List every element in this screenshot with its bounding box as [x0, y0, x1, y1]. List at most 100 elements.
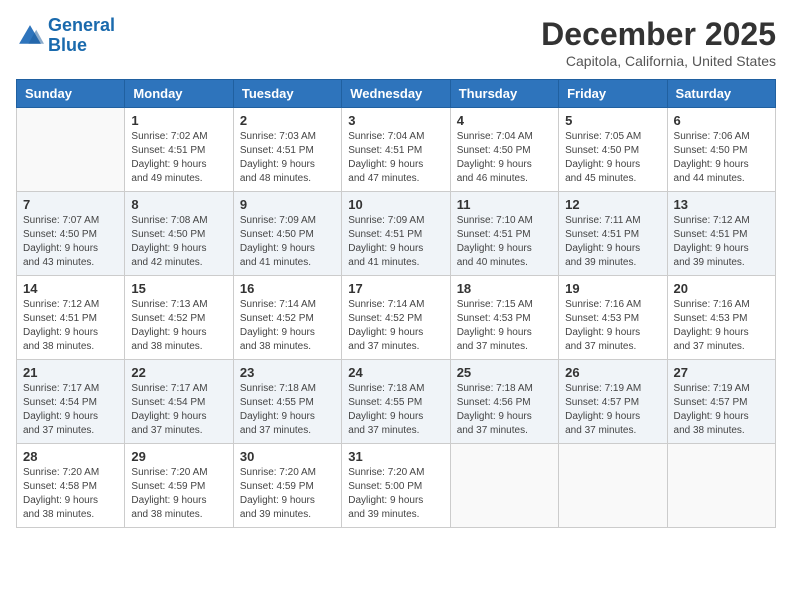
day-info: Sunrise: 7:05 AM Sunset: 4:50 PM Dayligh…: [565, 130, 660, 186]
calendar-week-row: 28 Sunrise: 7:20 AM Sunset: 4:58 PM Dayli…: [17, 444, 776, 528]
calendar-cell: 7 Sunrise: 7:07 AM Sunset: 4:50 PM Daylig…: [17, 192, 125, 276]
day-number: 6: [674, 113, 769, 128]
calendar-cell: 31 Sunrise: 7:20 AM Sunset: 5:00 PM Dayli…: [342, 444, 450, 528]
day-number: 28: [23, 449, 118, 464]
day-info: Sunrise: 7:18 AM Sunset: 4:55 PM Dayligh…: [348, 382, 443, 438]
day-info: Sunrise: 7:02 AM Sunset: 4:51 PM Dayligh…: [131, 130, 226, 186]
logo-icon: [16, 22, 44, 50]
weekday-header-sunday: Sunday: [17, 80, 125, 108]
day-info: Sunrise: 7:18 AM Sunset: 4:55 PM Dayligh…: [240, 382, 335, 438]
calendar-cell: 30 Sunrise: 7:20 AM Sunset: 4:59 PM Dayli…: [233, 444, 341, 528]
title-block: December 2025 Capitola, California, Unit…: [541, 16, 776, 69]
day-number: 13: [674, 197, 769, 212]
day-info: Sunrise: 7:12 AM Sunset: 4:51 PM Dayligh…: [674, 214, 769, 270]
day-info: Sunrise: 7:04 AM Sunset: 4:50 PM Dayligh…: [457, 130, 552, 186]
day-number: 15: [131, 281, 226, 296]
calendar-cell: 24 Sunrise: 7:18 AM Sunset: 4:55 PM Dayli…: [342, 360, 450, 444]
day-info: Sunrise: 7:20 AM Sunset: 5:00 PM Dayligh…: [348, 466, 443, 522]
calendar-cell: 23 Sunrise: 7:18 AM Sunset: 4:55 PM Dayli…: [233, 360, 341, 444]
calendar-cell: 28 Sunrise: 7:20 AM Sunset: 4:58 PM Dayli…: [17, 444, 125, 528]
day-info: Sunrise: 7:19 AM Sunset: 4:57 PM Dayligh…: [565, 382, 660, 438]
day-number: 30: [240, 449, 335, 464]
day-number: 17: [348, 281, 443, 296]
day-info: Sunrise: 7:03 AM Sunset: 4:51 PM Dayligh…: [240, 130, 335, 186]
day-number: 20: [674, 281, 769, 296]
weekday-header-tuesday: Tuesday: [233, 80, 341, 108]
calendar-cell: 9 Sunrise: 7:09 AM Sunset: 4:50 PM Daylig…: [233, 192, 341, 276]
day-info: Sunrise: 7:14 AM Sunset: 4:52 PM Dayligh…: [240, 298, 335, 354]
day-number: 1: [131, 113, 226, 128]
day-info: Sunrise: 7:07 AM Sunset: 4:50 PM Dayligh…: [23, 214, 118, 270]
calendar-week-row: 7 Sunrise: 7:07 AM Sunset: 4:50 PM Daylig…: [17, 192, 776, 276]
calendar-cell: 19 Sunrise: 7:16 AM Sunset: 4:53 PM Dayli…: [559, 276, 667, 360]
calendar-week-row: 14Sunrise: 7:12 AM Sunset: 4:51 PM Dayli…: [17, 276, 776, 360]
day-number: 16: [240, 281, 335, 296]
weekday-header-monday: Monday: [125, 80, 233, 108]
day-number: 11: [457, 197, 552, 212]
calendar-cell: [667, 444, 775, 528]
calendar-cell: 2 Sunrise: 7:03 AM Sunset: 4:51 PM Daylig…: [233, 108, 341, 192]
calendar-cell: 17Sunrise: 7:14 AM Sunset: 4:52 PM Dayli…: [342, 276, 450, 360]
day-number: 25: [457, 365, 552, 380]
day-info: Sunrise: 7:16 AM Sunset: 4:53 PM Dayligh…: [674, 298, 769, 354]
calendar-cell: 27Sunrise: 7:19 AM Sunset: 4:57 PM Dayli…: [667, 360, 775, 444]
day-info: Sunrise: 7:15 AM Sunset: 4:53 PM Dayligh…: [457, 298, 552, 354]
day-info: Sunrise: 7:12 AM Sunset: 4:51 PM Dayligh…: [23, 298, 118, 354]
day-info: Sunrise: 7:13 AM Sunset: 4:52 PM Dayligh…: [131, 298, 226, 354]
page-header: GeneralBlue December 2025 Capitola, Cali…: [16, 16, 776, 69]
calendar-cell: 15 Sunrise: 7:13 AM Sunset: 4:52 PM Dayli…: [125, 276, 233, 360]
calendar-cell: 3 Sunrise: 7:04 AM Sunset: 4:51 PM Daylig…: [342, 108, 450, 192]
calendar-cell: [559, 444, 667, 528]
calendar-cell: 6 Sunrise: 7:06 AM Sunset: 4:50 PM Daylig…: [667, 108, 775, 192]
calendar-cell: 22 Sunrise: 7:17 AM Sunset: 4:54 PM Dayli…: [125, 360, 233, 444]
logo-text: GeneralBlue: [48, 16, 115, 56]
day-info: Sunrise: 7:16 AM Sunset: 4:53 PM Dayligh…: [565, 298, 660, 354]
day-info: Sunrise: 7:20 AM Sunset: 4:58 PM Dayligh…: [23, 466, 118, 522]
location-subtitle: Capitola, California, United States: [541, 53, 776, 69]
day-number: 12: [565, 197, 660, 212]
weekday-header-saturday: Saturday: [667, 80, 775, 108]
day-number: 31: [348, 449, 443, 464]
day-number: 29: [131, 449, 226, 464]
day-info: Sunrise: 7:17 AM Sunset: 4:54 PM Dayligh…: [131, 382, 226, 438]
calendar-cell: 25 Sunrise: 7:18 AM Sunset: 4:56 PM Dayli…: [450, 360, 558, 444]
day-info: Sunrise: 7:06 AM Sunset: 4:50 PM Dayligh…: [674, 130, 769, 186]
day-number: 19: [565, 281, 660, 296]
day-number: 21: [23, 365, 118, 380]
calendar-cell: 13 Sunrise: 7:12 AM Sunset: 4:51 PM Dayli…: [667, 192, 775, 276]
day-info: Sunrise: 7:20 AM Sunset: 4:59 PM Dayligh…: [131, 466, 226, 522]
day-number: 23: [240, 365, 335, 380]
day-number: 2: [240, 113, 335, 128]
day-info: Sunrise: 7:19 AM Sunset: 4:57 PM Dayligh…: [674, 382, 769, 438]
day-info: Sunrise: 7:04 AM Sunset: 4:51 PM Dayligh…: [348, 130, 443, 186]
logo: GeneralBlue: [16, 16, 115, 56]
day-info: Sunrise: 7:11 AM Sunset: 4:51 PM Dayligh…: [565, 214, 660, 270]
calendar-cell: 16 Sunrise: 7:14 AM Sunset: 4:52 PM Dayli…: [233, 276, 341, 360]
day-number: 10: [348, 197, 443, 212]
day-number: 24: [348, 365, 443, 380]
day-number: 4: [457, 113, 552, 128]
calendar-cell: 11 Sunrise: 7:10 AM Sunset: 4:51 PM Dayli…: [450, 192, 558, 276]
day-number: 5: [565, 113, 660, 128]
day-number: 9: [240, 197, 335, 212]
calendar-cell: 29 Sunrise: 7:20 AM Sunset: 4:59 PM Dayli…: [125, 444, 233, 528]
day-number: 22: [131, 365, 226, 380]
calendar-cell: 14Sunrise: 7:12 AM Sunset: 4:51 PM Dayli…: [17, 276, 125, 360]
day-number: 3: [348, 113, 443, 128]
day-number: 26: [565, 365, 660, 380]
calendar-cell: 21Sunrise: 7:17 AM Sunset: 4:54 PM Dayli…: [17, 360, 125, 444]
calendar-cell: 4 Sunrise: 7:04 AM Sunset: 4:50 PM Daylig…: [450, 108, 558, 192]
day-info: Sunrise: 7:18 AM Sunset: 4:56 PM Dayligh…: [457, 382, 552, 438]
day-number: 8: [131, 197, 226, 212]
day-info: Sunrise: 7:10 AM Sunset: 4:51 PM Dayligh…: [457, 214, 552, 270]
day-info: Sunrise: 7:20 AM Sunset: 4:59 PM Dayligh…: [240, 466, 335, 522]
weekday-header-wednesday: Wednesday: [342, 80, 450, 108]
day-number: 7: [23, 197, 118, 212]
day-info: Sunrise: 7:09 AM Sunset: 4:50 PM Dayligh…: [240, 214, 335, 270]
weekday-header-friday: Friday: [559, 80, 667, 108]
calendar-cell: 18Sunrise: 7:15 AM Sunset: 4:53 PM Dayli…: [450, 276, 558, 360]
weekday-header-thursday: Thursday: [450, 80, 558, 108]
calendar-cell: [17, 108, 125, 192]
month-title: December 2025: [541, 16, 776, 53]
calendar-week-row: 21 Sunrise: 7:17 AM Sunset: 4:54 PM Dayli…: [17, 360, 776, 444]
